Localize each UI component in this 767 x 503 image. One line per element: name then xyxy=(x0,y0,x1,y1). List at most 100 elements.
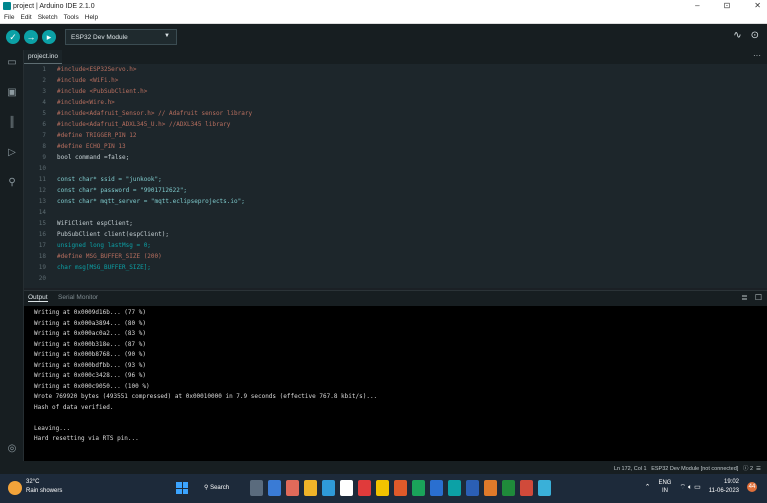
arduino-taskbar-icon[interactable] xyxy=(448,480,461,496)
code-line: 10 xyxy=(24,163,767,174)
file-explorer-icon[interactable] xyxy=(304,480,317,496)
line-number: 10 xyxy=(38,165,46,172)
menu-help[interactable]: Help xyxy=(85,14,98,21)
boards-manager-icon[interactable]: ▣ xyxy=(5,86,19,100)
toolbar: ✓ → ▸ ESP32 Dev Module ▼ ∿ ⊙ xyxy=(0,24,767,50)
code-text: bool command =false; xyxy=(57,154,130,161)
output-line: Writing at 0x0009d16b... (77 %) xyxy=(34,309,146,316)
code-text: #define ECHO_PIN 13 xyxy=(57,143,126,150)
board-selector[interactable]: ESP32 Dev Module ▼ xyxy=(65,29,177,45)
code-text: const char* password = "9901712622"; xyxy=(57,187,188,194)
window-title: project | Arduino IDE 2.1.0 xyxy=(13,2,95,10)
code-line: 6 #include<Adafruit_ADXL345_U.h> //ADXL34… xyxy=(24,119,767,130)
menu-edit[interactable]: Edit xyxy=(20,14,31,21)
language-top: ENG xyxy=(658,480,672,486)
app-icon-1[interactable] xyxy=(268,480,281,496)
minimize-button[interactable]: – xyxy=(695,0,699,12)
debug-button[interactable]: ▸ xyxy=(42,30,56,44)
status-text: Ln 172, Col 1 ESP32 Dev Module [not conn… xyxy=(613,466,761,472)
chevron-down-icon: ▼ xyxy=(164,33,170,39)
upload-button[interactable]: → xyxy=(24,30,38,44)
code-text: #include<Adafruit_Sensor.h> // Adafruit … xyxy=(57,110,253,117)
app-icon-7[interactable] xyxy=(520,480,533,496)
output-line: Hash of data verified. xyxy=(34,403,114,411)
code-line: 17 unsigned long lastMsg = 0; xyxy=(24,240,767,251)
notification-badge[interactable]: 44 xyxy=(747,482,757,492)
app-icon-8[interactable] xyxy=(538,480,551,496)
language-indicator[interactable]: ENG IN xyxy=(658,479,671,495)
app-icon-6[interactable] xyxy=(484,480,497,496)
app-icon-4[interactable] xyxy=(376,480,389,496)
menu-sketch[interactable]: Sketch xyxy=(38,14,58,21)
clock-time: 19:02 xyxy=(723,479,739,485)
line-number: 6 xyxy=(42,121,46,128)
tab-project-ino[interactable]: project.ino xyxy=(24,50,62,64)
window-titlebar: project | Arduino IDE 2.1.0 – ⊡ ✕ xyxy=(0,0,767,12)
code-text: WiFiClient espClient; xyxy=(57,220,133,227)
more-tabs-button[interactable]: ··· xyxy=(753,51,761,60)
code-editor[interactable]: 1 #include<ESP32Servo.h> 2 #include <WiFi.… xyxy=(24,64,767,288)
library-manager-icon[interactable]: ║ xyxy=(5,116,19,130)
debug-sidebar-icon[interactable]: ▷ xyxy=(5,146,19,160)
taskbar-apps xyxy=(250,480,551,496)
weather-text: 32°C Rain showers xyxy=(26,478,62,496)
line-number: 4 xyxy=(42,99,46,106)
code-text: #include<ESP32Servo.h> xyxy=(57,66,137,73)
weather-widget[interactable]: 32°C Rain showers xyxy=(8,478,62,496)
window-controls: – ⊡ ✕ xyxy=(695,0,761,12)
maximize-button[interactable]: ⊡ xyxy=(724,0,731,12)
vscode-icon[interactable] xyxy=(430,480,443,496)
code-line: 16 PubSubClient client(espClient); xyxy=(24,229,767,240)
menu-tools[interactable]: Tools xyxy=(64,14,79,21)
tab-output[interactable]: Output xyxy=(28,294,48,302)
line-number: 14 xyxy=(38,209,46,216)
app-icon-3[interactable] xyxy=(358,480,371,496)
arduino-app-icon xyxy=(3,2,11,10)
app-icon-2[interactable] xyxy=(286,480,299,496)
store-icon[interactable] xyxy=(340,480,353,496)
wifi-volume-battery-icons[interactable]: ⌔ 🔈︎ ▭ xyxy=(679,483,700,492)
chrome-icon[interactable] xyxy=(412,480,425,496)
code-text: const char* mqtt_server = "mqtt.eclipsep… xyxy=(57,198,245,205)
tray-chevron-icon[interactable]: ⌃ xyxy=(645,483,651,491)
serial-plotter-icon[interactable]: ∿ xyxy=(733,30,741,41)
output-line: Writing at 0x000a3894... (80 %) xyxy=(34,319,146,327)
code-line: 3 #include <PubSubClient.h> xyxy=(24,86,767,97)
code-line: 1 #include<ESP32Servo.h> xyxy=(24,64,767,75)
code-line: 2 #include <WiFi.h> xyxy=(24,75,767,86)
output-console[interactable]: Writing at 0x0009d16b... (77 %) Writing … xyxy=(24,306,767,461)
clock[interactable]: 19:02 11-06-2023 xyxy=(709,478,739,496)
folder-icon[interactable]: ▭ xyxy=(5,56,19,70)
account-icon[interactable]: ◎ xyxy=(5,442,19,456)
toolbar-right-icons: ∿ ⊙ xyxy=(733,30,759,41)
tab-serial-monitor[interactable]: Serial Monitor xyxy=(58,294,98,301)
menu-file[interactable]: File xyxy=(4,14,14,21)
close-panel-icon[interactable]: ☐ xyxy=(755,293,762,302)
windows-start-icon[interactable] xyxy=(176,482,188,494)
line-number: 7 xyxy=(42,132,46,139)
task-view-icon[interactable] xyxy=(250,480,263,496)
app-icon-5[interactable] xyxy=(394,480,407,496)
serial-monitor-icon[interactable]: ⊙ xyxy=(751,30,759,41)
weather-icon xyxy=(8,481,22,495)
close-button[interactable]: ✕ xyxy=(754,0,761,12)
line-number: 20 xyxy=(38,275,46,282)
line-number: 13 xyxy=(38,198,46,205)
taskbar-search-label: Search xyxy=(210,485,230,491)
code-text: #include<Wire.h> xyxy=(57,99,115,106)
verify-button[interactable]: ✓ xyxy=(6,30,20,44)
weather-temp: 32°C xyxy=(26,479,40,485)
code-text: #define MSG_BUFFER_SIZE (200) xyxy=(57,253,162,260)
line-number: 5 xyxy=(42,110,46,117)
excel-icon[interactable] xyxy=(502,480,515,496)
check-icon: ✓ xyxy=(9,31,17,42)
word-icon[interactable] xyxy=(466,480,479,496)
edge-icon[interactable] xyxy=(322,480,335,496)
code-line: 4 #include<Wire.h> xyxy=(24,97,767,108)
taskbar-search[interactable]: ⚲ Search xyxy=(198,481,240,496)
search-icon[interactable]: ⚲ xyxy=(5,176,19,190)
code-text: #include<Adafruit_ADXL345_U.h> //ADXL345… xyxy=(57,121,231,128)
clear-output-icon[interactable]: ≣ xyxy=(741,293,748,302)
weather-desc: Rain showers xyxy=(26,488,63,494)
